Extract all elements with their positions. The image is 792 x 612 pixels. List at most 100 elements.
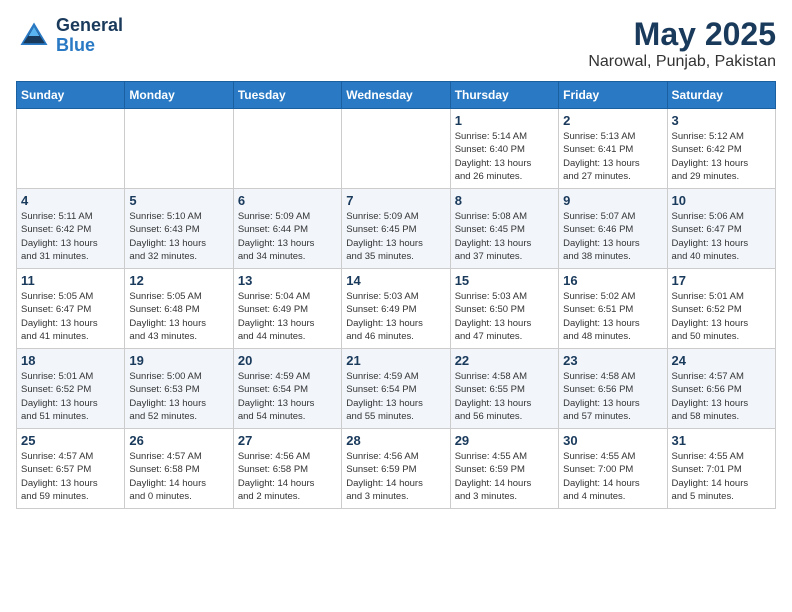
day-number: 29 [455,433,554,448]
calendar-week-3: 11 Sunrise: 5:05 AM Sunset: 6:47 PM Dayli… [17,269,776,349]
day-info: Sunrise: 5:06 AM Sunset: 6:47 PM Dayligh… [672,210,771,263]
calendar-cell: 4Sunrise: 5:11 AM Sunset: 6:42 PM Daylig… [17,189,125,269]
day-number: 5 [129,193,228,208]
calendar-body: 1 Sunrise: 5:14 AM Sunset: 6:40 PM Daylig… [17,109,776,509]
calendar-cell: 5 Sunrise: 5:10 AM Sunset: 6:43 PM Daylig… [125,189,233,269]
day-number: 18 [21,353,120,368]
day-number: 30 [563,433,662,448]
calendar-header: SundayMondayTuesdayWednesdayThursdayFrid… [17,82,776,109]
day-info: Sunrise: 5:10 AM Sunset: 6:43 PM Dayligh… [129,210,228,263]
day-number: 31 [672,433,771,448]
day-number: 24 [672,353,771,368]
day-number: 25 [21,433,120,448]
day-info: Sunrise: 5:11 AM Sunset: 6:42 PM Dayligh… [21,210,120,263]
day-info: Sunrise: 5:14 AM Sunset: 6:40 PM Dayligh… [455,130,554,183]
header-day-wednesday: Wednesday [342,82,450,109]
calendar-cell: 26 Sunrise: 4:57 AM Sunset: 6:58 PM Dayli… [125,429,233,509]
day-info: Sunrise: 5:03 AM Sunset: 6:50 PM Dayligh… [455,290,554,343]
calendar-cell: 2 Sunrise: 5:13 AM Sunset: 6:41 PM Daylig… [559,109,667,189]
calendar-cell: 10 Sunrise: 5:06 AM Sunset: 6:47 PM Dayli… [667,189,775,269]
header-day-tuesday: Tuesday [233,82,341,109]
logo-text: General Blue [56,16,123,56]
calendar-cell: 22 Sunrise: 4:58 AM Sunset: 6:55 PM Dayli… [450,349,558,429]
day-info: Sunrise: 5:03 AM Sunset: 6:49 PM Dayligh… [346,290,445,343]
day-info: Sunrise: 5:02 AM Sunset: 6:51 PM Dayligh… [563,290,662,343]
day-number: 19 [129,353,228,368]
logo: General Blue [16,16,123,56]
page-header: General Blue May 2025 Narowal, Punjab, P… [16,16,776,71]
day-info: Sunrise: 4:58 AM Sunset: 6:56 PM Dayligh… [563,370,662,423]
day-number: 11 [21,273,120,288]
calendar-cell: 7 Sunrise: 5:09 AM Sunset: 6:45 PM Daylig… [342,189,450,269]
day-info: Sunrise: 5:09 AM Sunset: 6:45 PM Dayligh… [346,210,445,263]
day-number: 12 [129,273,228,288]
calendar-cell: 23 Sunrise: 4:58 AM Sunset: 6:56 PM Dayli… [559,349,667,429]
calendar-cell: 3 Sunrise: 5:12 AM Sunset: 6:42 PM Daylig… [667,109,775,189]
calendar-cell: 27Sunrise: 4:56 AM Sunset: 6:58 PM Dayli… [233,429,341,509]
day-info: Sunrise: 4:58 AM Sunset: 6:55 PM Dayligh… [455,370,554,423]
day-number: 21 [346,353,445,368]
day-info: Sunrise: 4:57 AM Sunset: 6:57 PM Dayligh… [21,450,120,503]
calendar-cell: 1 Sunrise: 5:14 AM Sunset: 6:40 PM Daylig… [450,109,558,189]
calendar-cell: 15 Sunrise: 5:03 AM Sunset: 6:50 PM Dayli… [450,269,558,349]
calendar-week-1: 1 Sunrise: 5:14 AM Sunset: 6:40 PM Daylig… [17,109,776,189]
calendar-cell: 30 Sunrise: 4:55 AM Sunset: 7:00 PM Dayli… [559,429,667,509]
calendar-cell [233,109,341,189]
day-info: Sunrise: 5:01 AM Sunset: 6:52 PM Dayligh… [21,370,120,423]
calendar-cell [17,109,125,189]
calendar-cell [125,109,233,189]
day-number: 3 [672,113,771,128]
calendar-cell: 29 Sunrise: 4:55 AM Sunset: 6:59 PM Dayli… [450,429,558,509]
day-number: 9 [563,193,662,208]
day-number: 17 [672,273,771,288]
calendar-week-2: 4Sunrise: 5:11 AM Sunset: 6:42 PM Daylig… [17,189,776,269]
calendar-cell: 25 Sunrise: 4:57 AM Sunset: 6:57 PM Dayli… [17,429,125,509]
day-info: Sunrise: 4:57 AM Sunset: 6:58 PM Dayligh… [129,450,228,503]
calendar-cell: 14 Sunrise: 5:03 AM Sunset: 6:49 PM Dayli… [342,269,450,349]
day-number: 10 [672,193,771,208]
day-number: 26 [129,433,228,448]
calendar-cell: 12Sunrise: 5:05 AM Sunset: 6:48 PM Dayli… [125,269,233,349]
day-number: 16 [563,273,662,288]
day-info: Sunrise: 5:01 AM Sunset: 6:52 PM Dayligh… [672,290,771,343]
calendar-cell: 20Sunrise: 4:59 AM Sunset: 6:54 PM Dayli… [233,349,341,429]
header-day-monday: Monday [125,82,233,109]
day-info: Sunrise: 5:04 AM Sunset: 6:49 PM Dayligh… [238,290,337,343]
day-number: 1 [455,113,554,128]
day-info: Sunrise: 4:59 AM Sunset: 6:54 PM Dayligh… [346,370,445,423]
calendar-cell: 21 Sunrise: 4:59 AM Sunset: 6:54 PM Dayli… [342,349,450,429]
day-number: 14 [346,273,445,288]
day-info: Sunrise: 4:56 AM Sunset: 6:59 PM Dayligh… [346,450,445,503]
day-info: Sunrise: 4:55 AM Sunset: 7:00 PM Dayligh… [563,450,662,503]
day-number: 22 [455,353,554,368]
header-day-friday: Friday [559,82,667,109]
calendar-cell: 31 Sunrise: 4:55 AM Sunset: 7:01 PM Dayli… [667,429,775,509]
main-title: May 2025 [588,16,776,53]
calendar-cell: 6Sunrise: 5:09 AM Sunset: 6:44 PM Daylig… [233,189,341,269]
calendar-cell: 9Sunrise: 5:07 AM Sunset: 6:46 PM Daylig… [559,189,667,269]
header-row: SundayMondayTuesdayWednesdayThursdayFrid… [17,82,776,109]
header-day-thursday: Thursday [450,82,558,109]
day-number: 2 [563,113,662,128]
calendar-cell: 16 Sunrise: 5:02 AM Sunset: 6:51 PM Dayli… [559,269,667,349]
day-info: Sunrise: 5:09 AM Sunset: 6:44 PM Dayligh… [238,210,337,263]
day-info: Sunrise: 4:55 AM Sunset: 7:01 PM Dayligh… [672,450,771,503]
calendar-cell: 11 Sunrise: 5:05 AM Sunset: 6:47 PM Dayli… [17,269,125,349]
calendar-cell: 24 Sunrise: 4:57 AM Sunset: 6:56 PM Dayli… [667,349,775,429]
calendar-cell [342,109,450,189]
day-info: Sunrise: 4:57 AM Sunset: 6:56 PM Dayligh… [672,370,771,423]
calendar-week-5: 25 Sunrise: 4:57 AM Sunset: 6:57 PM Dayli… [17,429,776,509]
day-number: 23 [563,353,662,368]
day-info: Sunrise: 5:12 AM Sunset: 6:42 PM Dayligh… [672,130,771,183]
day-info: Sunrise: 5:05 AM Sunset: 6:47 PM Dayligh… [21,290,120,343]
day-number: 13 [238,273,337,288]
day-info: Sunrise: 4:59 AM Sunset: 6:54 PM Dayligh… [238,370,337,423]
day-number: 7 [346,193,445,208]
header-day-saturday: Saturday [667,82,775,109]
calendar-cell: 18 Sunrise: 5:01 AM Sunset: 6:52 PM Dayli… [17,349,125,429]
day-number: 15 [455,273,554,288]
day-info: Sunrise: 5:00 AM Sunset: 6:53 PM Dayligh… [129,370,228,423]
calendar-cell: 28Sunrise: 4:56 AM Sunset: 6:59 PM Dayli… [342,429,450,509]
day-info: Sunrise: 5:13 AM Sunset: 6:41 PM Dayligh… [563,130,662,183]
day-info: Sunrise: 4:55 AM Sunset: 6:59 PM Dayligh… [455,450,554,503]
